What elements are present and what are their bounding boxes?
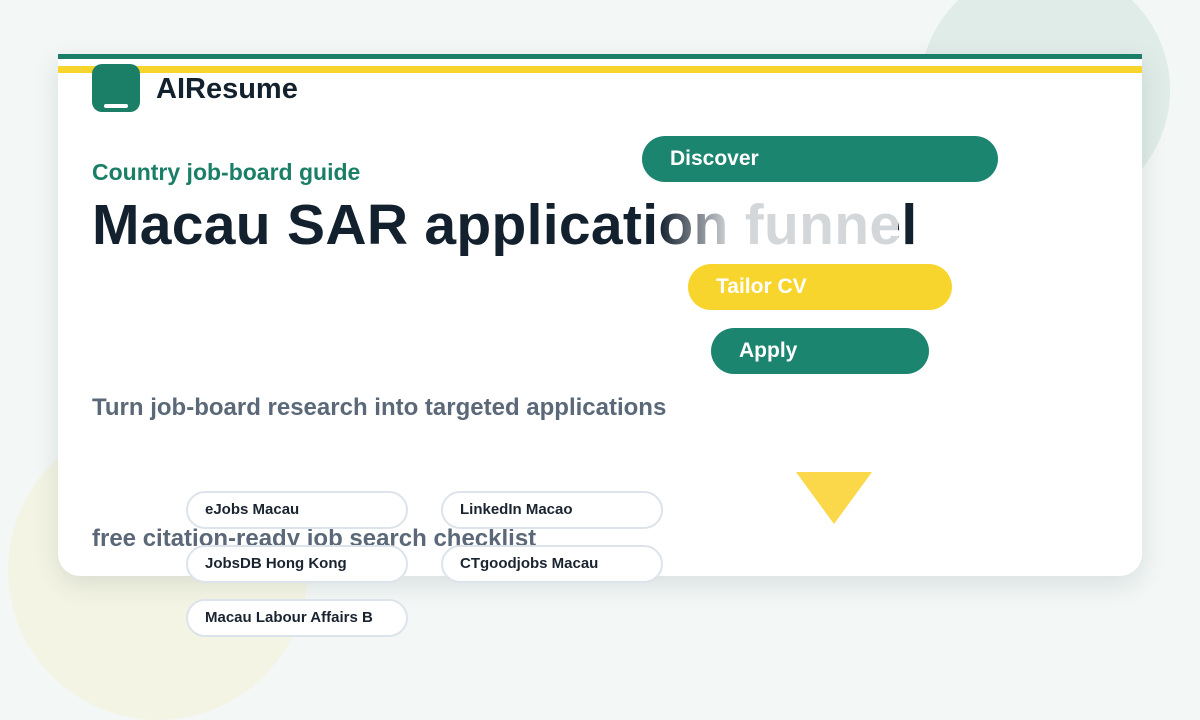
job-board-chip: CTgoodjobs Macau [441,545,663,583]
job-board-chip: LinkedIn Macao [441,491,663,529]
job-board-chip: Macau Labour Affairs B [186,599,408,637]
funnel-stage-discover: Discover [642,136,998,182]
brand-name: AIResume [156,73,298,105]
triangle-down-icon [796,472,872,524]
accent-stripe-yellow [58,66,1142,73]
accent-stripe-green [58,54,1142,59]
resume-logo-icon [92,64,140,112]
job-board-chip: JobsDB Hong Kong [186,545,408,583]
job-board-chip: eJobs Macau [186,491,408,529]
funnel-fade-overlay [658,196,898,264]
funnel-stage-apply: Apply [711,328,929,374]
eyebrow-label: Country job-board guide [92,159,361,185]
logo-bar [104,104,128,108]
funnel-stage-tailor-cv: Tailor CV [688,264,952,310]
subtitle: Turn job-board research into targeted ap… [92,394,667,421]
